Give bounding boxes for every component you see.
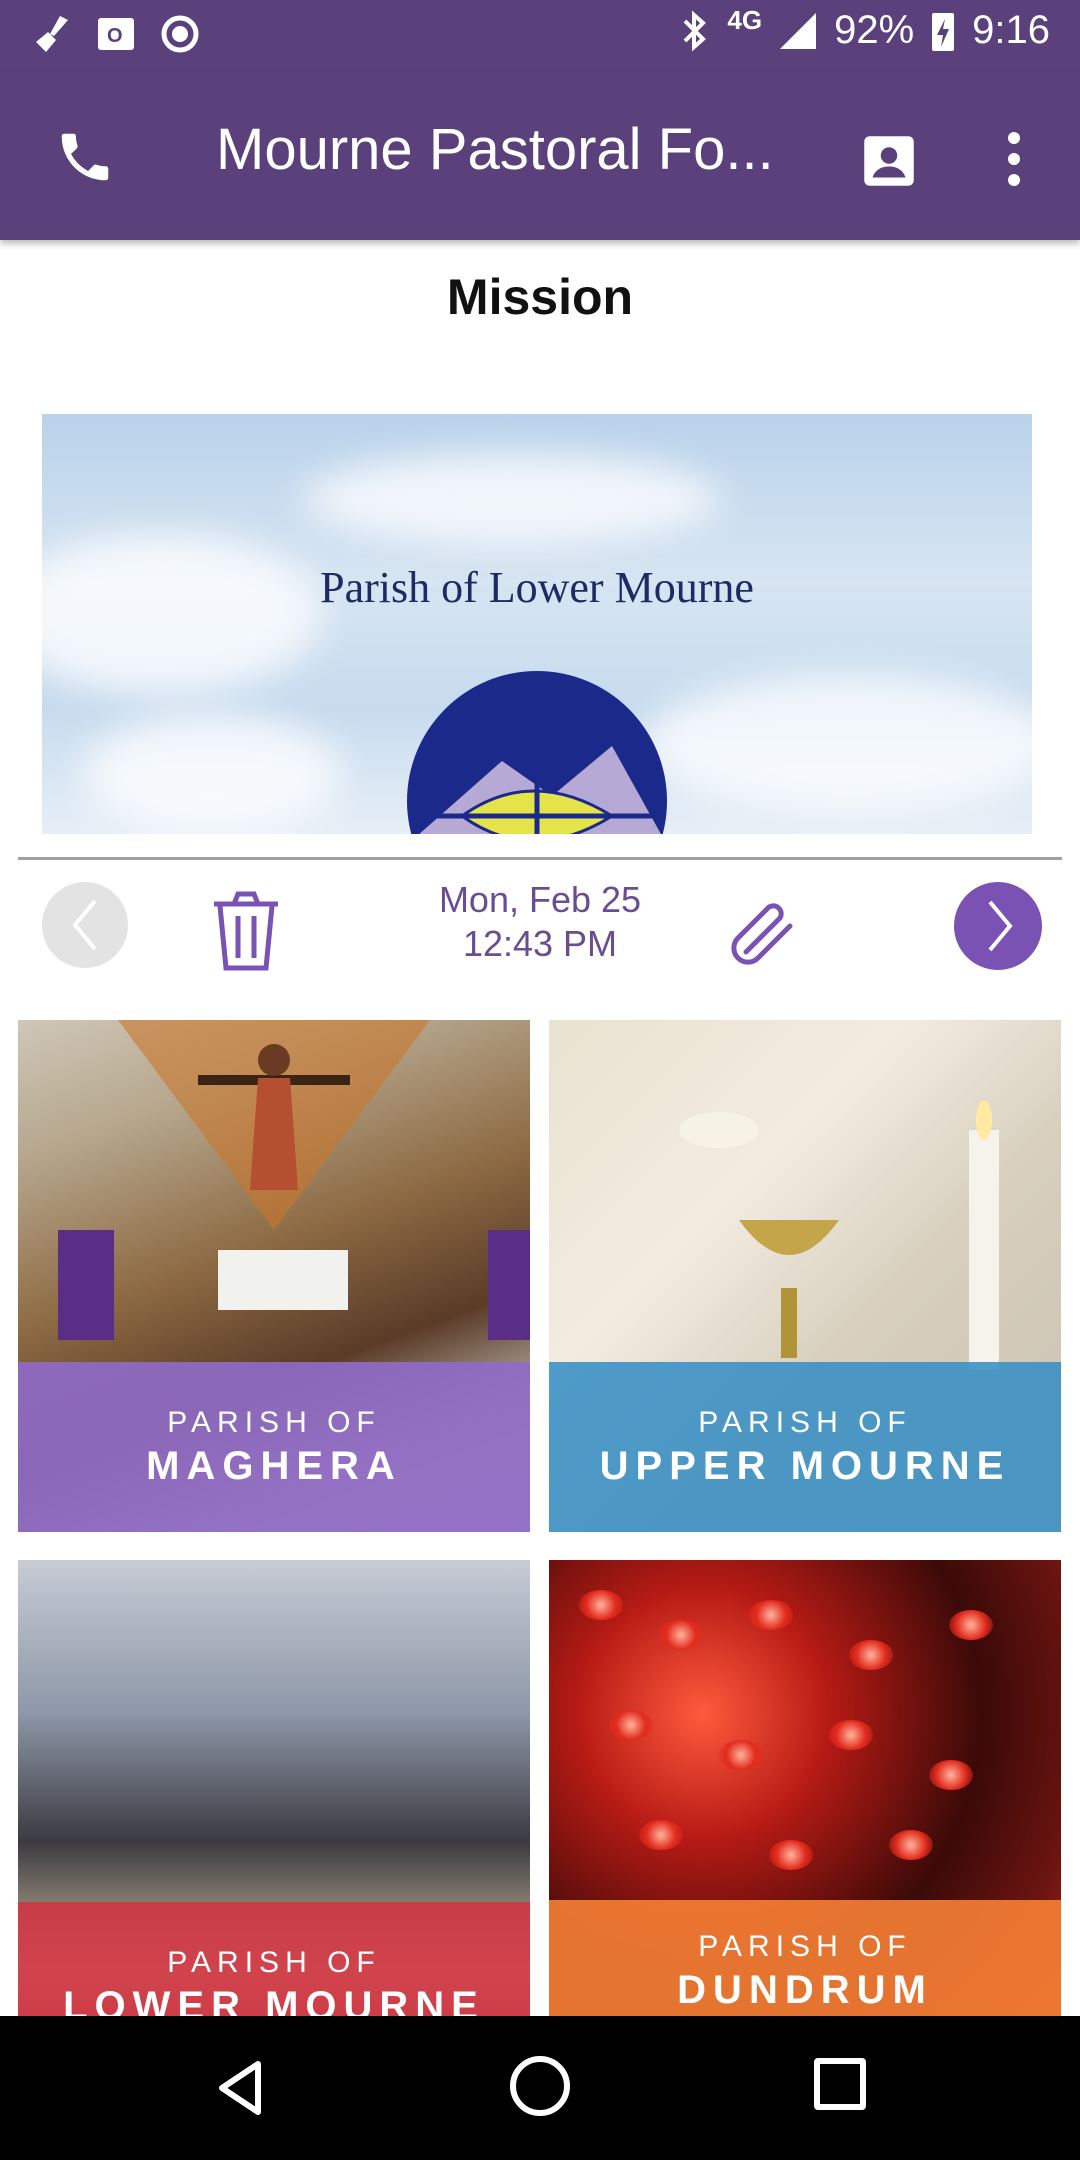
system-icons: 4G 92% 9:16 <box>677 5 1050 53</box>
delete-button[interactable] <box>206 888 286 974</box>
contact-card-icon <box>864 136 914 186</box>
phone-icon <box>61 133 109 181</box>
tile-small-text: PARISH OF <box>167 1406 381 1439</box>
overflow-menu-button[interactable] <box>990 124 1038 194</box>
broom-icon <box>36 16 68 52</box>
chevron-right-icon <box>988 900 1013 952</box>
post-image[interactable]: Parish of Lower Mourne <box>42 414 1032 834</box>
app-title: Mourne Pastoral Fo... <box>216 117 774 182</box>
back-icon[interactable] <box>208 2056 272 2120</box>
attachment-button[interactable] <box>724 890 804 970</box>
tile-label: PARISH OF MAGHERA <box>18 1362 530 1532</box>
battery-charging-icon <box>932 12 955 51</box>
candle <box>929 1760 973 1790</box>
app-bar: Mourne Pastoral Fo... <box>0 72 1080 240</box>
tile-parish-maghera[interactable]: PARISH OF MAGHERA <box>18 1020 530 1532</box>
network-type: 4G <box>727 5 763 35</box>
post-time: 12:43 PM <box>462 923 618 964</box>
candle <box>609 1710 653 1740</box>
svg-text:O: O <box>107 25 123 47</box>
candle <box>749 1600 793 1630</box>
tile-parish-lower-mourne[interactable]: PARISH OF LOWER MOURNE <box>18 1560 530 2072</box>
chevron-left-icon <box>72 899 97 951</box>
clock: 9:16 <box>972 8 1050 52</box>
call-button[interactable] <box>50 122 120 192</box>
tile-small-text: PARISH OF <box>698 1930 912 1963</box>
tile-parish-upper-mourne[interactable]: PARISH OF UPPER MOURNE <box>549 1020 1061 1532</box>
post-navigation: Mon, Feb 25 12:43 PM <box>0 870 1080 990</box>
candle <box>829 1720 873 1750</box>
tile-label: PARISH OF UPPER MOURNE <box>549 1362 1061 1532</box>
page-title: Mission <box>446 269 634 325</box>
tile-small-text: PARISH OF <box>167 1946 381 1979</box>
status-bar: O 4G 92% 9:16 <box>0 0 1080 72</box>
more-vert-icon-dot <box>1008 174 1020 186</box>
contact-button[interactable] <box>856 128 922 194</box>
outlook-icon: O <box>98 18 134 50</box>
cloud <box>302 454 722 544</box>
paperclip-icon <box>731 903 793 965</box>
candle <box>849 1640 893 1670</box>
divider <box>18 857 1062 860</box>
candle <box>579 1590 623 1620</box>
bluetooth-icon <box>683 10 707 51</box>
candle <box>769 1840 813 1870</box>
more-vert-icon <box>1008 132 1020 144</box>
next-button[interactable] <box>954 882 1042 970</box>
cloud <box>82 714 342 834</box>
banner-text: Parish of Lower Mourne <box>320 563 754 612</box>
battery-percent: 92% <box>834 8 915 52</box>
cloud <box>42 534 322 694</box>
more-vert-icon-dot <box>1008 153 1020 165</box>
signal-icon <box>780 12 817 49</box>
post-timestamp: Mon, Feb 25 12:43 PM <box>380 878 700 966</box>
parish-logo <box>407 671 667 834</box>
notification-icons: O <box>30 12 202 56</box>
candle <box>719 1740 763 1770</box>
tile-parish-dundrum[interactable]: PARISH OF DUNDRUM <box>549 1560 1061 2072</box>
record-icon <box>161 15 199 53</box>
system-navigation-bar <box>0 2016 1080 2160</box>
cloud <box>642 674 1032 814</box>
recents-icon[interactable] <box>814 2058 866 2110</box>
trash-icon <box>214 891 278 971</box>
post-date: Mon, Feb 25 <box>438 879 642 920</box>
home-icon[interactable] <box>510 2056 570 2116</box>
altar-mural-graphic <box>58 1020 530 1340</box>
tile-big-text: MAGHERA <box>146 1444 402 1488</box>
previous-button[interactable] <box>42 882 128 968</box>
candle <box>949 1610 993 1640</box>
tile-small-text: PARISH OF <box>698 1406 912 1439</box>
candle <box>639 1820 683 1850</box>
candle <box>659 1620 703 1650</box>
candle <box>889 1830 933 1860</box>
tile-big-text: UPPER MOURNE <box>599 1444 1011 1488</box>
tile-big-text: DUNDRUM <box>677 1968 933 2012</box>
